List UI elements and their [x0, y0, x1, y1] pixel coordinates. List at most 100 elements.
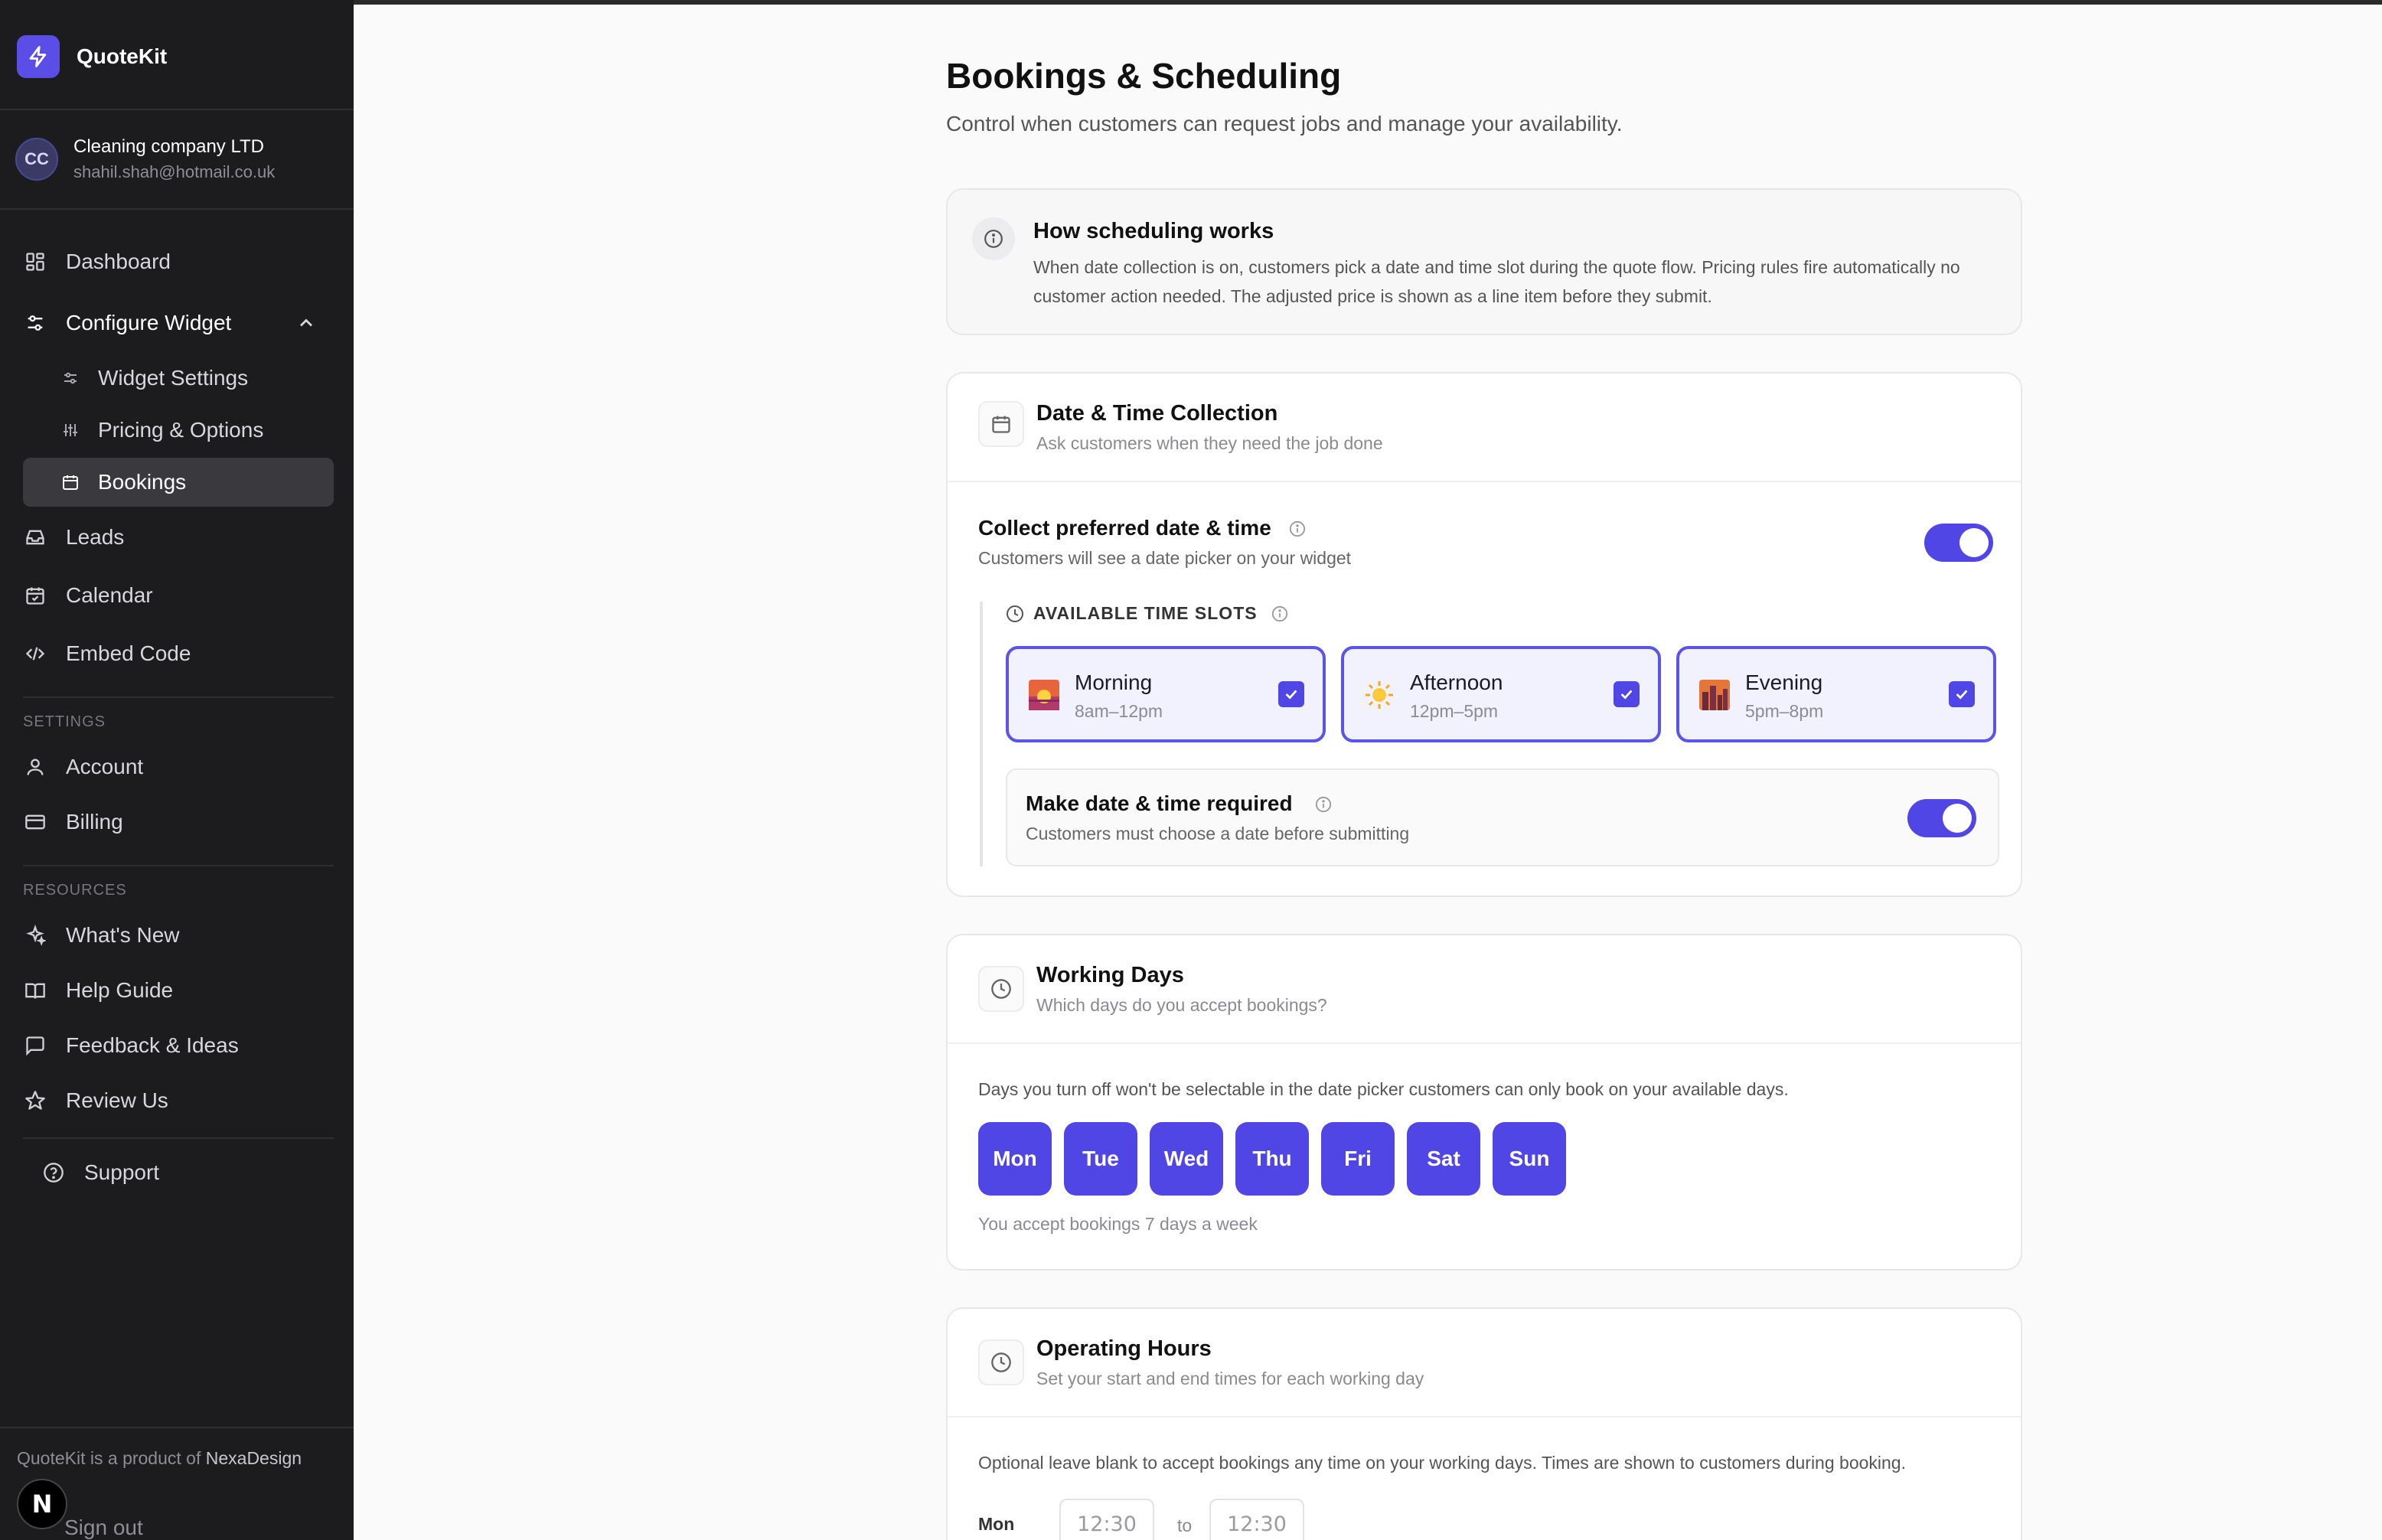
sidebar-item-label: Dashboard: [66, 250, 171, 273]
sidebar-item-dashboard[interactable]: Dashboard: [23, 240, 171, 283]
sidebar-item-label: Review Us: [66, 1088, 168, 1112]
slot-time: 8am–12pm: [1075, 701, 1163, 721]
sidebar-item-leads[interactable]: Leads: [23, 516, 124, 559]
sidebar-item-whats-new[interactable]: What's New: [23, 914, 180, 957]
card-title: Working Days: [1036, 963, 1184, 987]
calendar-check-icon: [23, 583, 47, 608]
sun-icon: [1366, 681, 1393, 709]
message-square-icon: [23, 1033, 47, 1058]
end-time-input[interactable]: 12:30: [1209, 1499, 1304, 1540]
slot-rail: [980, 602, 983, 866]
sidebar-item-account[interactable]: Account: [23, 746, 143, 788]
resources-section-label: RESOURCES: [23, 882, 127, 899]
collect-date-toggle[interactable]: [1924, 524, 1993, 562]
working-days-card: Working Days Which days do you accept bo…: [946, 934, 2022, 1271]
sidebar-divider: [0, 208, 354, 210]
slot-checkbox[interactable]: [1949, 681, 1975, 707]
sidebar-item-label: Widget Settings: [98, 366, 249, 390]
day-toggle-wed[interactable]: Wed: [1150, 1122, 1223, 1196]
credit-card-icon: [23, 810, 47, 834]
sidebar-item-label: Support: [84, 1160, 160, 1184]
sidebar-item-bookings[interactable]: Bookings: [58, 461, 186, 504]
sidebar-item-label: Account: [66, 755, 144, 778]
sidebar-item-review-us[interactable]: Review Us: [23, 1079, 168, 1122]
card-subtitle: Set your start and end times for each wo…: [1036, 1369, 1424, 1388]
sidebar-item-support[interactable]: Support: [41, 1151, 159, 1194]
sidebar-item-label: Leads: [66, 525, 125, 549]
card-divider: [948, 1042, 2021, 1044]
code-icon: [23, 641, 47, 666]
card-subtitle: Ask customers when they need the job don…: [1036, 433, 1383, 453]
clock-icon: [978, 966, 1024, 1012]
required-setting-box: Make date & time required Customers must…: [1006, 768, 1999, 866]
day-toggle-mon[interactable]: Mon: [978, 1122, 1052, 1196]
info-icon: [972, 217, 1015, 260]
scheduling-info-card: How scheduling works When date collectio…: [946, 188, 2022, 335]
sidebar-item-label: Embed Code: [66, 641, 191, 665]
clock-icon: [1007, 605, 1023, 622]
user-icon: [23, 755, 47, 779]
operating-hours-description: Optional leave blank to accept bookings …: [978, 1453, 1906, 1473]
required-label: Make date & time required: [1026, 791, 1293, 815]
settings-section-label: SETTINGS: [23, 713, 106, 730]
card-divider: [948, 481, 2021, 482]
sidebar-item-feedback[interactable]: Feedback & Ideas: [23, 1024, 239, 1067]
required-description: Customers must choose a date before subm…: [1026, 824, 1410, 843]
help-circle-icon: [41, 1160, 66, 1185]
info-tooltip-icon[interactable]: [1271, 605, 1288, 622]
sidebar-item-label: Billing: [66, 810, 123, 834]
sidebar-item-billing[interactable]: Billing: [23, 801, 123, 843]
sparkles-icon: [23, 923, 47, 948]
calendar-icon: [978, 401, 1024, 447]
brand[interactable]: QuoteKit: [17, 35, 167, 78]
sidebar-item-calendar[interactable]: Calendar: [23, 574, 153, 617]
footer-company-link[interactable]: NexaDesign: [206, 1448, 302, 1468]
sidebar-item-label: Pricing & Options: [98, 418, 264, 442]
sunrise-icon: [1029, 680, 1059, 710]
info-body: When date collection is on, customers pi…: [1033, 257, 1960, 306]
sign-out-button[interactable]: Sign out: [64, 1516, 143, 1540]
sidebar-divider: [23, 697, 334, 698]
slot-time: 5pm–8pm: [1745, 701, 1824, 721]
sidebar-item-pricing[interactable]: Pricing & Options: [58, 409, 263, 452]
day-toggle-sun[interactable]: Sun: [1493, 1122, 1566, 1196]
account-switcher[interactable]: CC Cleaning company LTD shahil.shah@hotm…: [15, 136, 275, 182]
settings-sliders-icon: [58, 366, 83, 390]
sidebar-item-label: Calendar: [66, 583, 153, 607]
time-slot-afternoon[interactable]: Afternoon 12pm–5pm: [1341, 646, 1661, 742]
start-time-input[interactable]: 12:30: [1059, 1499, 1154, 1540]
day-toggle-fri[interactable]: Fri: [1321, 1122, 1395, 1196]
inbox-icon: [23, 525, 47, 550]
sidebar-item-configure-widget[interactable]: Configure Widget: [23, 302, 231, 344]
time-slot-morning[interactable]: Morning 8am–12pm: [1006, 646, 1326, 742]
card-divider: [948, 1416, 2021, 1418]
book-icon: [23, 978, 47, 1003]
required-toggle[interactable]: [1907, 799, 1976, 837]
sidebar-item-label: Feedback & Ideas: [66, 1033, 239, 1057]
day-toggle-thu[interactable]: Thu: [1235, 1122, 1309, 1196]
calendar-icon: [58, 470, 83, 494]
n-logo-icon[interactable]: N: [17, 1479, 67, 1529]
info-tooltip-icon[interactable]: [1315, 796, 1332, 813]
day-toggle-tue[interactable]: Tue: [1064, 1122, 1137, 1196]
sidebar-item-help-guide[interactable]: Help Guide: [23, 969, 173, 1012]
star-icon: [23, 1088, 47, 1113]
sidebar-divider: [0, 109, 354, 110]
slot-checkbox[interactable]: [1278, 681, 1304, 707]
sidebar: QuoteKit CC Cleaning company LTD shahil.…: [0, 0, 354, 1540]
hours-day-label: Mon: [978, 1514, 1015, 1534]
date-time-card: Date & Time Collection Ask customers whe…: [946, 372, 2022, 897]
day-toggle-sat[interactable]: Sat: [1407, 1122, 1480, 1196]
chevron-up-icon[interactable]: [295, 312, 317, 334]
time-slot-evening[interactable]: Evening 5pm–8pm: [1676, 646, 1996, 742]
slot-time: 12pm–5pm: [1410, 701, 1499, 721]
slot-name: Afternoon: [1410, 670, 1503, 694]
operating-hours-card: Operating Hours Set your start and end t…: [946, 1307, 2022, 1540]
info-tooltip-icon[interactable]: [1289, 520, 1306, 537]
slot-checkbox[interactable]: [1614, 681, 1640, 707]
working-days-description: Days you turn off won't be selectable in…: [978, 1079, 1789, 1099]
sidebar-item-widget-settings[interactable]: Widget Settings: [58, 357, 248, 400]
sidebar-item-label: What's New: [66, 923, 180, 947]
sidebar-item-embed-code[interactable]: Embed Code: [23, 632, 191, 675]
sidebar-divider: [0, 1427, 354, 1428]
